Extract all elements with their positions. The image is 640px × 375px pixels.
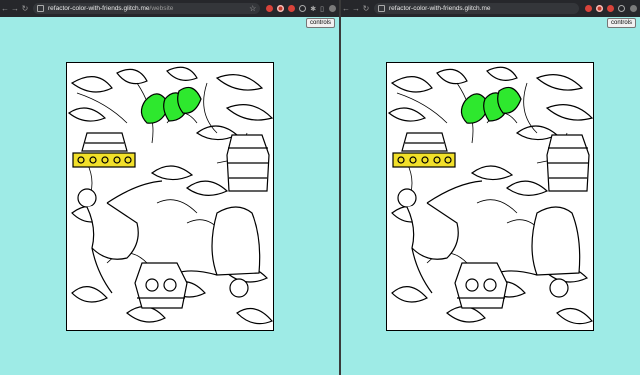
extension-icon[interactable]	[618, 5, 625, 12]
line-art-drawing[interactable]	[67, 63, 274, 331]
bookmark-star-icon[interactable]: ☆	[249, 4, 256, 13]
lock-icon	[37, 5, 44, 12]
coloring-page-canvas[interactable]	[386, 62, 594, 331]
address-bar[interactable]: refactor-color-with-friends.glitch.me	[374, 3, 579, 14]
right-vase	[546, 134, 590, 192]
forward-icon[interactable]: →	[10, 0, 20, 17]
top-vase	[81, 132, 128, 152]
browser-window-right: ← → ↻ refactor-color-with-friends.glitch…	[341, 0, 640, 375]
sidebar-icon[interactable]: ▯	[320, 5, 324, 13]
url-path: /website	[149, 5, 174, 12]
line-art-drawing[interactable]	[387, 63, 594, 331]
extension-icon[interactable]	[288, 5, 296, 12]
url-host: refactor-color-with-friends.glitch.me	[389, 5, 491, 12]
extension-icon[interactable]	[299, 5, 307, 12]
reload-icon[interactable]: ↻	[361, 0, 371, 17]
bottom-vase	[134, 262, 188, 309]
profile-avatar-icon[interactable]	[329, 5, 336, 12]
yellow-vase-band	[72, 152, 136, 168]
controls-button[interactable]: controls	[606, 18, 636, 28]
extension-icon[interactable]	[585, 5, 592, 12]
forward-icon[interactable]: →	[351, 0, 361, 17]
controls-button[interactable]: controls	[305, 18, 335, 28]
extensions-puzzle-icon[interactable]: ✱	[310, 5, 316, 13]
browser-toolbar: ← → ↻ refactor-color-with-friends.glitch…	[0, 0, 339, 17]
browser-toolbar: ← → ↻ refactor-color-with-friends.glitch…	[341, 0, 640, 17]
back-icon[interactable]: ←	[0, 0, 10, 17]
address-bar[interactable]: refactor-color-with-friends.glitch.me /w…	[33, 3, 261, 14]
extension-icon[interactable]	[277, 5, 285, 12]
bottom-vase	[454, 262, 508, 309]
yellow-vase-band	[392, 152, 456, 168]
top-vase	[401, 132, 448, 152]
right-vase	[226, 134, 270, 192]
lock-icon	[378, 5, 385, 12]
extension-icon[interactable]	[607, 5, 614, 12]
extension-icon[interactable]	[266, 5, 274, 12]
url-host: refactor-color-with-friends.glitch.me	[48, 5, 150, 12]
extension-icon[interactable]	[596, 5, 603, 12]
coloring-page-canvas[interactable]	[66, 62, 274, 331]
back-icon[interactable]: ←	[341, 0, 351, 17]
profile-avatar-icon[interactable]	[630, 5, 637, 12]
browser-window-left: ← → ↻ refactor-color-with-friends.glitch…	[0, 0, 339, 375]
reload-icon[interactable]: ↻	[20, 0, 30, 17]
